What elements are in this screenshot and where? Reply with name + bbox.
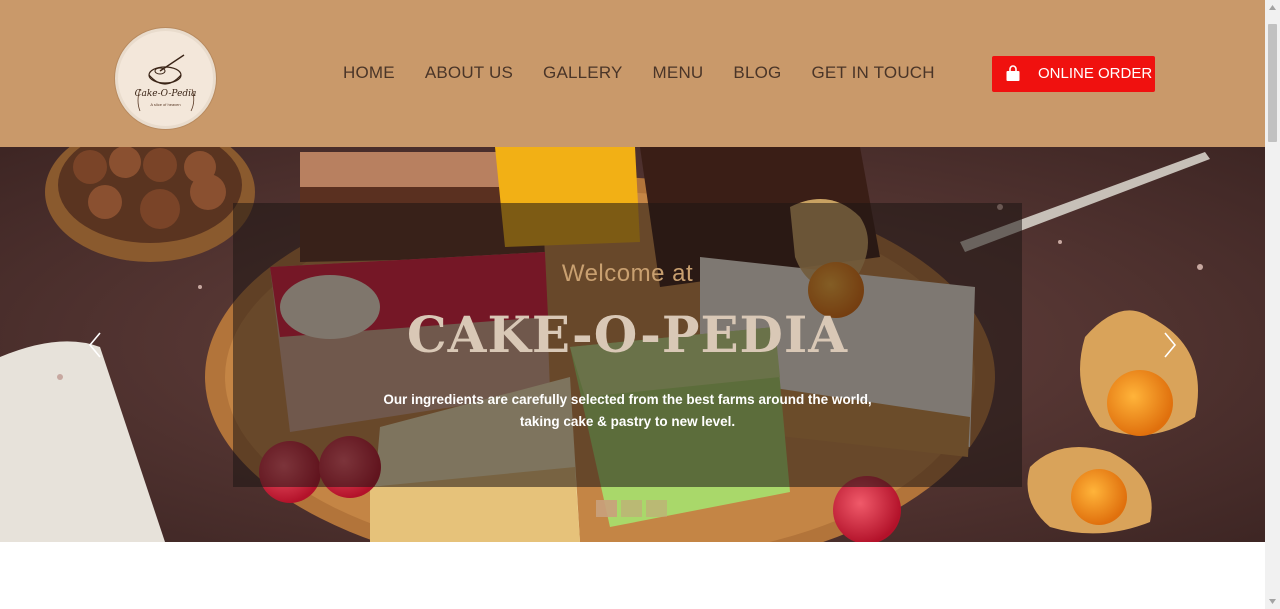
hero-title: CAKE-O-PEDIA <box>406 305 849 364</box>
hero-tagline: Our ingredients are carefully selected f… <box>233 389 1022 433</box>
whisk-bowl-icon <box>137 54 195 112</box>
nav-gallery[interactable]: GALLERY <box>543 63 623 83</box>
slider-dot-3[interactable] <box>646 500 667 517</box>
nav-home[interactable]: HOME <box>343 63 395 83</box>
scroll-up-arrow-icon[interactable] <box>1265 0 1280 15</box>
hero-slider: Welcome at CAKE-O-PEDIA Our ingredients … <box>0 147 1265 542</box>
slider-next-button[interactable] <box>1159 330 1179 360</box>
hero-tagline-line2: taking cake & pastry to new level. <box>519 414 736 429</box>
nav-get-in-touch[interactable]: GET IN TOUCH <box>811 63 934 83</box>
scroll-down-arrow-icon[interactable] <box>1265 594 1280 609</box>
nav-menu[interactable]: MENU <box>653 63 704 83</box>
nav-about-us[interactable]: ABOUT US <box>425 63 513 83</box>
site-header: Cake-O-Pedia A slice of heaven HOME ABOU… <box>0 0 1265 147</box>
chevron-right-icon <box>1164 332 1177 358</box>
page-scrollbar[interactable] <box>1265 0 1280 609</box>
slider-prev-button[interactable] <box>86 330 106 360</box>
hero-caption-overlay: Welcome at CAKE-O-PEDIA Our ingredients … <box>233 203 1022 487</box>
scrollbar-thumb[interactable] <box>1268 24 1277 142</box>
logo[interactable]: Cake-O-Pedia A slice of heaven <box>115 28 216 129</box>
chevron-left-icon <box>88 332 101 358</box>
online-order-label: ONLINE ORDER <box>1038 65 1153 82</box>
main-nav: HOME ABOUT US GALLERY MENU BLOG GET IN T… <box>343 63 965 83</box>
hero-tagline-line1: Our ingredients are carefully selected f… <box>383 392 872 407</box>
slider-dot-1[interactable] <box>596 500 617 517</box>
slider-dot-2[interactable] <box>621 500 642 517</box>
logo-name: Cake-O-Pedia <box>134 89 197 99</box>
online-order-button[interactable]: ONLINE ORDER <box>992 56 1155 92</box>
nav-blog[interactable]: BLOG <box>733 63 781 83</box>
logo-tagline: A slice of heaven <box>150 102 181 107</box>
shopping-bag-icon <box>1006 65 1020 81</box>
slider-indicators <box>596 500 667 517</box>
hero-welcome: Welcome at <box>561 260 694 287</box>
